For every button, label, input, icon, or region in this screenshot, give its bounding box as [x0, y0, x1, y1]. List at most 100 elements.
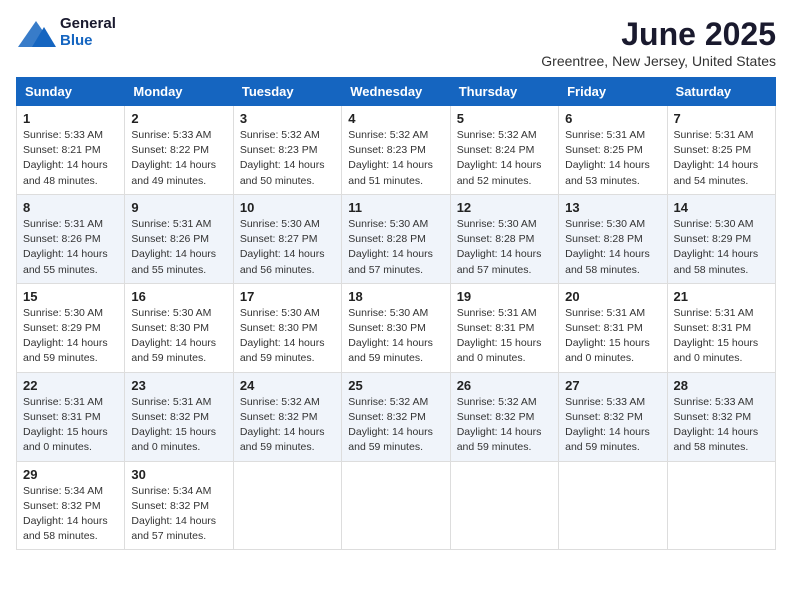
calendar-table: Sunday Monday Tuesday Wednesday Thursday… [16, 77, 776, 550]
day-number: 9 [131, 200, 226, 215]
table-row: 23 Sunrise: 5:31 AM Sunset: 8:32 PM Dayl… [125, 372, 233, 461]
table-row: 8 Sunrise: 5:31 AM Sunset: 8:26 PM Dayli… [17, 194, 125, 283]
calendar-week-row: 15 Sunrise: 5:30 AM Sunset: 8:29 PM Dayl… [17, 283, 776, 372]
day-number: 12 [457, 200, 552, 215]
table-row: 1 Sunrise: 5:33 AM Sunset: 8:21 PM Dayli… [17, 106, 125, 195]
day-info: Sunrise: 5:31 AM Sunset: 8:25 PM Dayligh… [674, 128, 769, 189]
table-row: 17 Sunrise: 5:30 AM Sunset: 8:30 PM Dayl… [233, 283, 341, 372]
day-info: Sunrise: 5:34 AM Sunset: 8:32 PM Dayligh… [23, 484, 118, 545]
day-number: 8 [23, 200, 118, 215]
table-row: 11 Sunrise: 5:30 AM Sunset: 8:28 PM Dayl… [342, 194, 450, 283]
day-info: Sunrise: 5:32 AM Sunset: 8:24 PM Dayligh… [457, 128, 552, 189]
day-number: 17 [240, 289, 335, 304]
table-row: 28 Sunrise: 5:33 AM Sunset: 8:32 PM Dayl… [667, 372, 775, 461]
title-section: June 2025 Greentree, New Jersey, United … [541, 16, 776, 69]
day-info: Sunrise: 5:30 AM Sunset: 8:29 PM Dayligh… [23, 306, 118, 367]
day-info: Sunrise: 5:31 AM Sunset: 8:26 PM Dayligh… [23, 217, 118, 278]
table-row: 16 Sunrise: 5:30 AM Sunset: 8:30 PM Dayl… [125, 283, 233, 372]
day-info: Sunrise: 5:33 AM Sunset: 8:22 PM Dayligh… [131, 128, 226, 189]
day-number: 28 [674, 378, 769, 393]
table-row: 15 Sunrise: 5:30 AM Sunset: 8:29 PM Dayl… [17, 283, 125, 372]
table-row: 6 Sunrise: 5:31 AM Sunset: 8:25 PM Dayli… [559, 106, 667, 195]
page-header: General Blue June 2025 Greentree, New Je… [16, 16, 776, 69]
day-info: Sunrise: 5:30 AM Sunset: 8:30 PM Dayligh… [348, 306, 443, 367]
day-number: 3 [240, 111, 335, 126]
day-info: Sunrise: 5:31 AM Sunset: 8:25 PM Dayligh… [565, 128, 660, 189]
day-info: Sunrise: 5:30 AM Sunset: 8:28 PM Dayligh… [457, 217, 552, 278]
day-info: Sunrise: 5:31 AM Sunset: 8:31 PM Dayligh… [23, 395, 118, 456]
day-info: Sunrise: 5:32 AM Sunset: 8:32 PM Dayligh… [240, 395, 335, 456]
day-number: 13 [565, 200, 660, 215]
table-row: 4 Sunrise: 5:32 AM Sunset: 8:23 PM Dayli… [342, 106, 450, 195]
day-number: 15 [23, 289, 118, 304]
month-title: June 2025 [541, 16, 776, 53]
table-row: 25 Sunrise: 5:32 AM Sunset: 8:32 PM Dayl… [342, 372, 450, 461]
day-number: 30 [131, 467, 226, 482]
logo-icon [16, 19, 56, 47]
day-number: 25 [348, 378, 443, 393]
table-row: 27 Sunrise: 5:33 AM Sunset: 8:32 PM Dayl… [559, 372, 667, 461]
table-row: 7 Sunrise: 5:31 AM Sunset: 8:25 PM Dayli… [667, 106, 775, 195]
table-row: 21 Sunrise: 5:31 AM Sunset: 8:31 PM Dayl… [667, 283, 775, 372]
table-row: 24 Sunrise: 5:32 AM Sunset: 8:32 PM Dayl… [233, 372, 341, 461]
day-info: Sunrise: 5:32 AM Sunset: 8:23 PM Dayligh… [348, 128, 443, 189]
day-info: Sunrise: 5:34 AM Sunset: 8:32 PM Dayligh… [131, 484, 226, 545]
table-row [559, 461, 667, 550]
day-number: 19 [457, 289, 552, 304]
day-info: Sunrise: 5:33 AM Sunset: 8:32 PM Dayligh… [565, 395, 660, 456]
day-number: 23 [131, 378, 226, 393]
table-row [233, 461, 341, 550]
day-info: Sunrise: 5:30 AM Sunset: 8:29 PM Dayligh… [674, 217, 769, 278]
day-info: Sunrise: 5:33 AM Sunset: 8:21 PM Dayligh… [23, 128, 118, 189]
day-number: 27 [565, 378, 660, 393]
logo-general: General [60, 16, 116, 33]
day-number: 18 [348, 289, 443, 304]
day-info: Sunrise: 5:31 AM Sunset: 8:31 PM Dayligh… [457, 306, 552, 367]
day-number: 16 [131, 289, 226, 304]
table-row: 13 Sunrise: 5:30 AM Sunset: 8:28 PM Dayl… [559, 194, 667, 283]
table-row: 14 Sunrise: 5:30 AM Sunset: 8:29 PM Dayl… [667, 194, 775, 283]
calendar-week-row: 1 Sunrise: 5:33 AM Sunset: 8:21 PM Dayli… [17, 106, 776, 195]
day-number: 5 [457, 111, 552, 126]
table-row [342, 461, 450, 550]
day-number: 21 [674, 289, 769, 304]
day-info: Sunrise: 5:32 AM Sunset: 8:23 PM Dayligh… [240, 128, 335, 189]
col-saturday: Saturday [667, 78, 775, 106]
logo-text: General Blue [60, 16, 116, 49]
table-row: 9 Sunrise: 5:31 AM Sunset: 8:26 PM Dayli… [125, 194, 233, 283]
logo: General Blue [16, 16, 116, 49]
table-row [667, 461, 775, 550]
calendar-week-row: 8 Sunrise: 5:31 AM Sunset: 8:26 PM Dayli… [17, 194, 776, 283]
table-row: 26 Sunrise: 5:32 AM Sunset: 8:32 PM Dayl… [450, 372, 558, 461]
day-number: 4 [348, 111, 443, 126]
table-row: 20 Sunrise: 5:31 AM Sunset: 8:31 PM Dayl… [559, 283, 667, 372]
col-monday: Monday [125, 78, 233, 106]
calendar-header-row: Sunday Monday Tuesday Wednesday Thursday… [17, 78, 776, 106]
table-row: 5 Sunrise: 5:32 AM Sunset: 8:24 PM Dayli… [450, 106, 558, 195]
table-row: 18 Sunrise: 5:30 AM Sunset: 8:30 PM Dayl… [342, 283, 450, 372]
day-info: Sunrise: 5:30 AM Sunset: 8:30 PM Dayligh… [131, 306, 226, 367]
day-number: 26 [457, 378, 552, 393]
day-number: 14 [674, 200, 769, 215]
day-info: Sunrise: 5:30 AM Sunset: 8:30 PM Dayligh… [240, 306, 335, 367]
table-row: 3 Sunrise: 5:32 AM Sunset: 8:23 PM Dayli… [233, 106, 341, 195]
day-number: 20 [565, 289, 660, 304]
day-info: Sunrise: 5:30 AM Sunset: 8:27 PM Dayligh… [240, 217, 335, 278]
table-row: 30 Sunrise: 5:34 AM Sunset: 8:32 PM Dayl… [125, 461, 233, 550]
day-number: 6 [565, 111, 660, 126]
table-row: 2 Sunrise: 5:33 AM Sunset: 8:22 PM Dayli… [125, 106, 233, 195]
day-info: Sunrise: 5:31 AM Sunset: 8:31 PM Dayligh… [565, 306, 660, 367]
col-tuesday: Tuesday [233, 78, 341, 106]
col-sunday: Sunday [17, 78, 125, 106]
day-info: Sunrise: 5:32 AM Sunset: 8:32 PM Dayligh… [348, 395, 443, 456]
day-number: 24 [240, 378, 335, 393]
day-info: Sunrise: 5:31 AM Sunset: 8:32 PM Dayligh… [131, 395, 226, 456]
table-row: 19 Sunrise: 5:31 AM Sunset: 8:31 PM Dayl… [450, 283, 558, 372]
table-row: 12 Sunrise: 5:30 AM Sunset: 8:28 PM Dayl… [450, 194, 558, 283]
day-info: Sunrise: 5:33 AM Sunset: 8:32 PM Dayligh… [674, 395, 769, 456]
day-number: 22 [23, 378, 118, 393]
location-title: Greentree, New Jersey, United States [541, 53, 776, 69]
day-info: Sunrise: 5:31 AM Sunset: 8:26 PM Dayligh… [131, 217, 226, 278]
calendar-week-row: 29 Sunrise: 5:34 AM Sunset: 8:32 PM Dayl… [17, 461, 776, 550]
day-number: 1 [23, 111, 118, 126]
